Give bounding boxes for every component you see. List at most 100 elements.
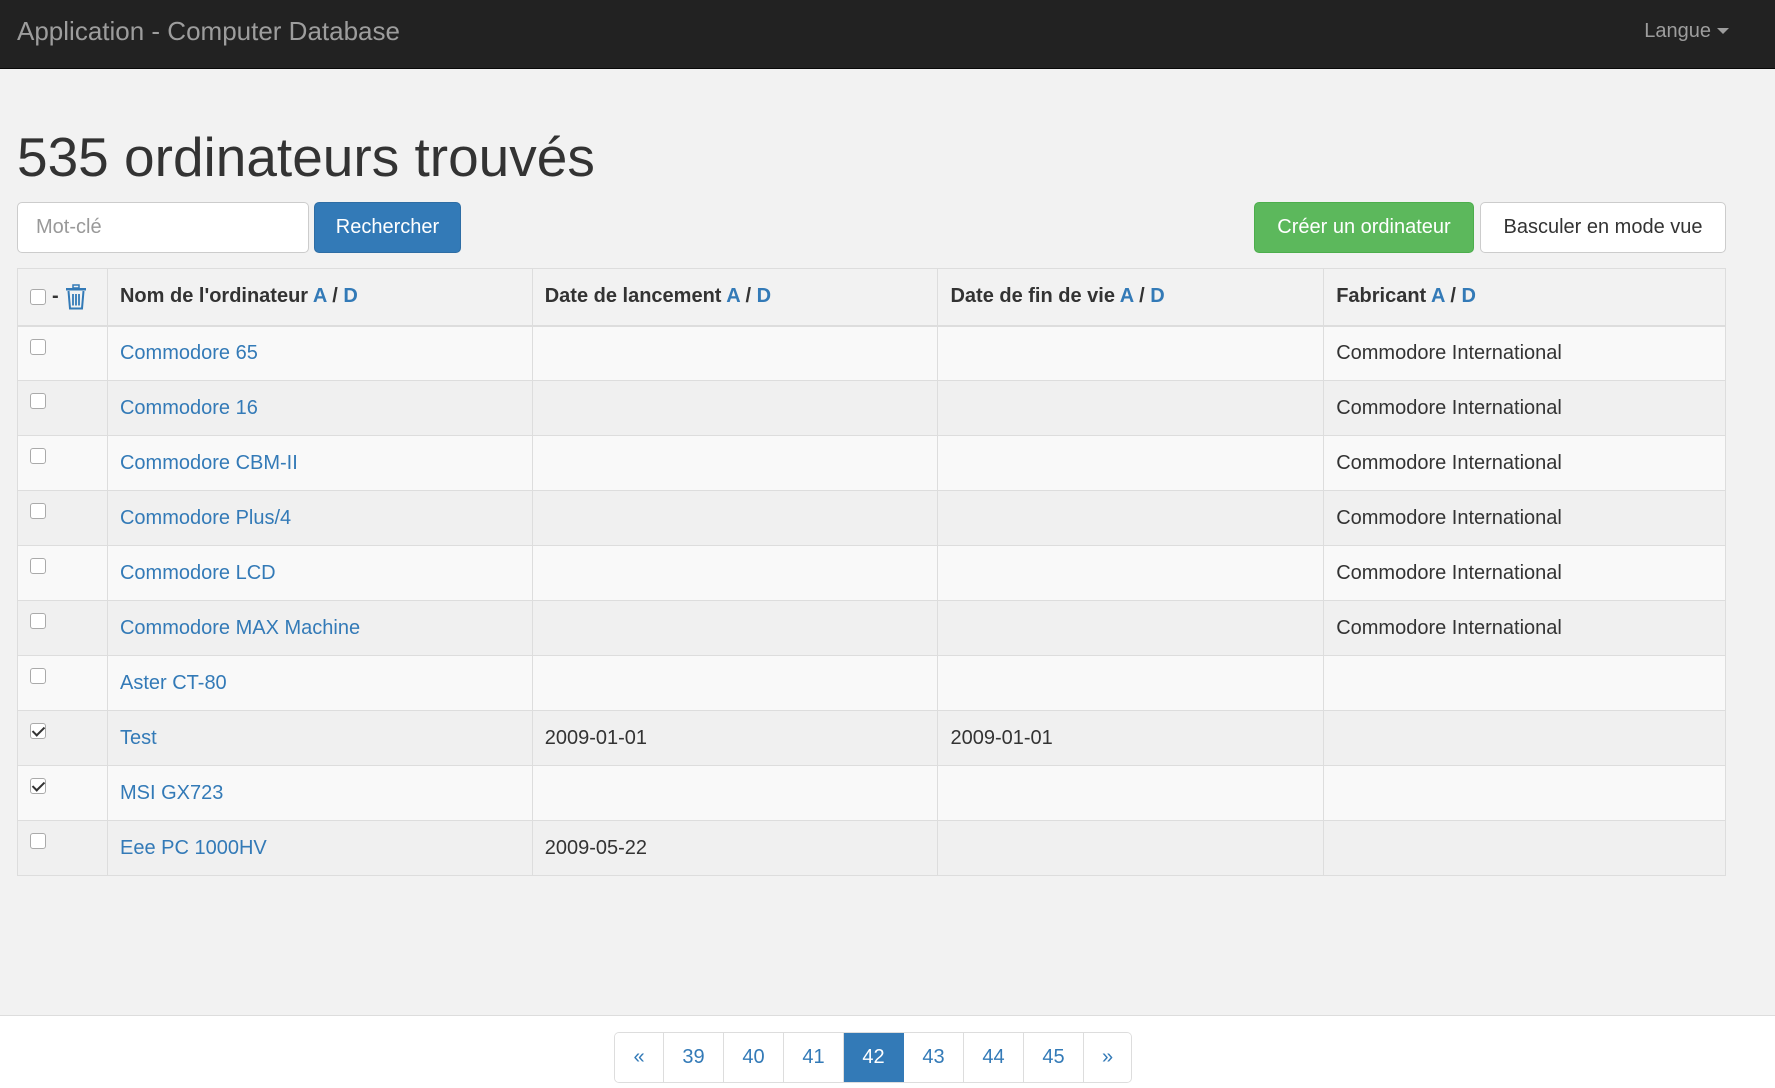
header-separator: - xyxy=(52,285,59,308)
cell-introduced xyxy=(531,765,939,821)
cell-company: Commodore International xyxy=(1323,325,1726,381)
cell-discontinued xyxy=(937,435,1325,491)
cell-introduced xyxy=(531,435,939,491)
computer-name-link[interactable]: Commodore LCD xyxy=(120,562,276,584)
row-select-cell xyxy=(17,765,108,821)
row-checkbox[interactable] xyxy=(30,448,46,464)
table-row: Commodore CBM-II Commodore International xyxy=(17,435,1726,491)
row-checkbox[interactable] xyxy=(30,723,46,739)
table-row: MSI GX723 xyxy=(17,765,1726,821)
row-checkbox[interactable] xyxy=(30,393,46,409)
pagination-prev[interactable]: « xyxy=(615,1033,664,1082)
sort-discontinued-asc[interactable]: A xyxy=(1120,285,1134,307)
row-select-cell xyxy=(17,490,108,546)
pagination-page[interactable]: 39 xyxy=(664,1033,724,1082)
cell-computer-name: Eee PC 1000HV xyxy=(106,820,533,876)
table-row: Eee PC 1000HV 2009-05-22 xyxy=(17,820,1726,876)
search-input[interactable] xyxy=(17,202,309,253)
row-select-cell xyxy=(17,820,108,876)
computer-name-link[interactable]: Test xyxy=(120,727,157,749)
cell-introduced: 2009-05-22 xyxy=(531,820,939,876)
cell-company xyxy=(1323,820,1726,876)
caret-down-icon xyxy=(1717,28,1729,34)
table-row: Test 2009-01-01 2009-01-01 xyxy=(17,710,1726,766)
row-checkbox[interactable] xyxy=(30,503,46,519)
cell-discontinued xyxy=(937,490,1325,546)
table-row: Commodore 16 Commodore International xyxy=(17,380,1726,436)
cell-introduced xyxy=(531,490,939,546)
sort-company-asc[interactable]: A xyxy=(1431,285,1445,307)
sort-company-desc[interactable]: D xyxy=(1461,285,1475,307)
cell-introduced xyxy=(531,655,939,711)
pagination-next[interactable]: » xyxy=(1084,1033,1131,1082)
pagination-page-active[interactable]: 42 xyxy=(844,1033,904,1082)
page-title: 535 ordinateurs trouvés xyxy=(17,126,595,188)
computer-name-link[interactable]: Eee PC 1000HV xyxy=(120,837,267,859)
cell-computer-name: Commodore CBM-II xyxy=(106,435,533,491)
row-select-cell xyxy=(17,325,108,381)
computer-name-link[interactable]: Commodore 16 xyxy=(120,397,258,419)
sort-introduced-asc[interactable]: A xyxy=(726,285,740,307)
pagination-page[interactable]: 41 xyxy=(784,1033,844,1082)
computer-name-link[interactable]: Commodore 65 xyxy=(120,342,258,364)
sort-name-asc[interactable]: A xyxy=(313,285,327,307)
cell-computer-name: Commodore Plus/4 xyxy=(106,490,533,546)
cell-company: Commodore International xyxy=(1323,600,1726,656)
computer-name-link[interactable]: Commodore CBM-II xyxy=(120,452,298,474)
pagination-page[interactable]: 44 xyxy=(964,1033,1024,1082)
cell-discontinued xyxy=(937,380,1325,436)
cell-computer-name: Commodore MAX Machine xyxy=(106,600,533,656)
footer: « 39 40 41 42 43 44 45 » xyxy=(0,1015,1775,1088)
table-row: Aster CT-80 xyxy=(17,655,1726,711)
table-row: Commodore Plus/4 Commodore International xyxy=(17,490,1726,546)
computers-table: - Nom de l'ordinateur A / D Date de lanc… xyxy=(17,268,1726,876)
cell-computer-name: Commodore LCD xyxy=(106,545,533,601)
trash-icon[interactable] xyxy=(65,284,87,310)
cell-introduced xyxy=(531,380,939,436)
select-all-checkbox[interactable] xyxy=(30,288,46,305)
sort-introduced-desc[interactable]: D xyxy=(757,285,771,307)
search-button[interactable]: Rechercher xyxy=(314,202,461,253)
cell-company xyxy=(1323,655,1726,711)
pagination-page[interactable]: 43 xyxy=(904,1033,964,1082)
language-label: Langue xyxy=(1644,20,1711,42)
pagination-page[interactable]: 40 xyxy=(724,1033,784,1082)
header-introduced: Date de lancement A / D xyxy=(531,268,939,327)
table-header-row: - Nom de l'ordinateur A / D Date de lanc… xyxy=(17,268,1726,327)
row-checkbox[interactable] xyxy=(30,778,46,794)
table-row: Commodore 65 Commodore International xyxy=(17,325,1726,381)
row-checkbox[interactable] xyxy=(30,558,46,574)
cell-computer-name: Commodore 16 xyxy=(106,380,533,436)
cell-company xyxy=(1323,765,1726,821)
sort-discontinued-desc[interactable]: D xyxy=(1150,285,1164,307)
cell-company: Commodore International xyxy=(1323,380,1726,436)
table-row: Commodore LCD Commodore International xyxy=(17,545,1726,601)
row-select-cell xyxy=(17,600,108,656)
create-computer-button[interactable]: Créer un ordinateur xyxy=(1254,202,1474,253)
row-checkbox[interactable] xyxy=(30,613,46,629)
header-computer-name: Nom de l'ordinateur A / D xyxy=(106,268,533,327)
row-select-cell xyxy=(17,435,108,491)
row-checkbox[interactable] xyxy=(30,338,46,355)
row-checkbox[interactable] xyxy=(30,833,46,849)
cell-introduced: 2009-01-01 xyxy=(531,710,939,766)
computer-name-link[interactable]: Commodore Plus/4 xyxy=(120,507,291,529)
cell-discontinued xyxy=(937,545,1325,601)
computer-name-link[interactable]: MSI GX723 xyxy=(120,782,223,804)
pagination-page[interactable]: 45 xyxy=(1024,1033,1084,1082)
cell-computer-name: Test xyxy=(106,710,533,766)
sort-name-desc[interactable]: D xyxy=(343,285,357,307)
row-checkbox[interactable] xyxy=(30,668,46,684)
language-dropdown[interactable]: Langue xyxy=(1644,19,1729,43)
computer-name-link[interactable]: Aster CT-80 xyxy=(120,672,227,694)
row-select-cell xyxy=(17,380,108,436)
cell-discontinued: 2009-01-01 xyxy=(937,710,1325,766)
cell-company: Commodore International xyxy=(1323,435,1726,491)
header-select-cell: - xyxy=(17,268,108,327)
app-title[interactable]: Application - Computer Database xyxy=(17,14,400,48)
toggle-view-mode-button[interactable]: Basculer en mode vue xyxy=(1480,202,1726,253)
computer-name-link[interactable]: Commodore MAX Machine xyxy=(120,617,360,639)
cell-computer-name: Commodore 65 xyxy=(106,325,533,381)
table-row: Commodore MAX Machine Commodore Internati… xyxy=(17,600,1726,656)
cell-introduced xyxy=(531,325,939,381)
